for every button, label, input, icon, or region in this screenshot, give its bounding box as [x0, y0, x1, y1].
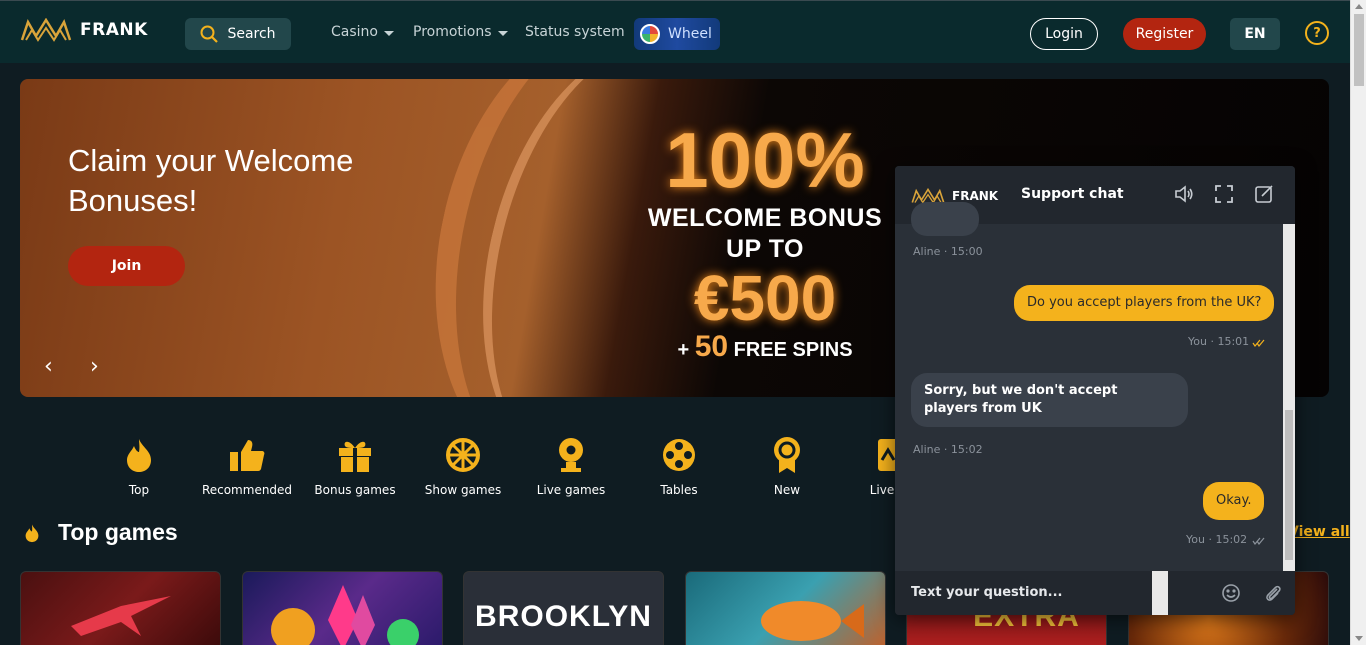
crystal-icon — [271, 585, 419, 645]
nav-casino-label: Casino — [331, 24, 378, 40]
input-scrollbar[interactable] — [1152, 571, 1168, 615]
nav-status-label: Status system — [525, 24, 625, 40]
chat-scroll-thumb[interactable] — [1285, 410, 1293, 560]
category-recommended[interactable]: Recommended — [192, 437, 302, 497]
nav-status-system[interactable]: Status system — [525, 24, 625, 40]
chevron-down-icon — [497, 30, 508, 36]
thumbs-up-icon — [229, 437, 265, 473]
chevron-down-icon — [383, 30, 394, 36]
category-recommended-label: Recommended — [201, 483, 293, 497]
double-check-icon — [1252, 537, 1265, 545]
game-tile-label: BROOKLYN — [475, 600, 652, 633]
chat-bubble-user: Do you accept players from the UK? — [1014, 285, 1275, 321]
promo-plus: + — [677, 339, 690, 361]
gift-icon — [337, 437, 373, 473]
flame-icon — [25, 523, 39, 542]
logo-text: FRANK — [80, 20, 148, 40]
language-selector[interactable]: EN — [1230, 18, 1280, 50]
chat-message-input[interactable]: Text your question... — [911, 585, 1062, 600]
category-top[interactable]: Top — [84, 437, 194, 497]
fullscreen-icon[interactable] — [1214, 184, 1234, 204]
category-tables[interactable]: Tables — [624, 437, 734, 497]
message-meta: Aline · 15:00 — [913, 245, 983, 258]
promo-spins-text: FREE SPINS — [733, 339, 853, 361]
scroll-up-arrow-icon[interactable] — [1355, 4, 1363, 9]
category-bonus-games[interactable]: Bonus games — [300, 437, 410, 497]
login-button[interactable]: Login — [1030, 18, 1098, 50]
nav-promotions-label: Promotions — [413, 24, 492, 40]
category-tables-label: Tables — [660, 483, 698, 497]
section-top-games: Top games — [24, 519, 178, 546]
crown-logo-icon — [20, 18, 72, 42]
category-show-games[interactable]: Show games — [408, 437, 518, 497]
award-icon — [769, 437, 805, 473]
prev-arrow-icon[interactable]: ‹ — [44, 354, 53, 379]
search-label: Search — [227, 26, 276, 42]
register-button[interactable]: Register — [1123, 18, 1206, 50]
game-tile[interactable] — [242, 571, 443, 645]
game-tile[interactable] — [685, 571, 886, 645]
reel-icon — [661, 437, 697, 473]
page-scrollbar[interactable] — [1350, 0, 1366, 645]
chat-scrollbar[interactable] — [1283, 224, 1295, 571]
promo-spins: + 50 FREE SPINS — [620, 331, 910, 366]
promo-text: 100% WELCOME BONUS UP TO €500 + 50 FREE … — [620, 117, 910, 366]
emoji-icon[interactable] — [1221, 583, 1241, 603]
edit-icon[interactable] — [1254, 184, 1274, 204]
fish-icon — [761, 601, 864, 641]
chat-bubble-user: Okay. — [1203, 482, 1265, 520]
attachment-icon[interactable] — [1263, 583, 1283, 603]
double-check-icon — [1252, 339, 1265, 347]
search-button[interactable]: Search — [185, 18, 291, 50]
message-meta: You · 15:02 — [1186, 533, 1248, 546]
view-all-link[interactable]: View all — [1288, 524, 1350, 540]
flame-icon — [121, 437, 157, 473]
nav-casino[interactable]: Casino — [331, 24, 394, 40]
support-chat-window: FRANK Support chat Aline · 15:00 Do you … — [895, 166, 1295, 615]
chat-bubble-agent: Sorry, but we don't accept players from … — [911, 373, 1188, 427]
chat-logo-text: FRANK — [952, 189, 999, 203]
category-live-games-label: Live games — [536, 483, 606, 497]
top-header: FRANK Search Casino Promotions Status sy… — [0, 0, 1350, 63]
game-tile[interactable]: BROOKLYN — [463, 571, 664, 645]
join-button[interactable]: Join — [68, 246, 185, 286]
next-arrow-icon[interactable]: › — [90, 354, 99, 379]
game-tile[interactable] — [20, 571, 221, 645]
frank-logo[interactable]: FRANK — [20, 18, 148, 42]
help-icon[interactable]: ? — [1305, 21, 1329, 45]
promo-spins-number: 50 — [694, 330, 729, 363]
wheel-label: Wheel — [668, 26, 712, 42]
promo-line1: WELCOME BONUS — [647, 204, 883, 232]
sound-icon[interactable] — [1174, 184, 1194, 204]
chat-bubble-agent — [911, 202, 979, 236]
category-new[interactable]: New — [732, 437, 842, 497]
banner-title: Claim your Welcome Bonuses! — [68, 143, 354, 218]
category-new-label: New — [773, 483, 801, 497]
promo-amount: €500 — [693, 262, 837, 334]
search-icon — [200, 25, 219, 43]
scroll-thumb[interactable] — [1354, 14, 1364, 86]
fortune-wheel-icon — [640, 24, 660, 44]
category-show-label: Show games — [424, 483, 502, 497]
webcam-icon — [553, 437, 589, 473]
wheel-icon — [445, 437, 481, 473]
category-top-label: Top — [128, 483, 150, 497]
category-live-games[interactable]: Live games — [516, 437, 626, 497]
message-meta: You · 15:01 — [1188, 335, 1250, 348]
airplane-icon — [71, 596, 171, 636]
chat-input-area: Text your question... — [895, 571, 1295, 615]
wheel-button[interactable]: Wheel — [634, 18, 720, 50]
message-meta: Aline · 15:02 — [913, 443, 983, 456]
promo-line2: UP TO — [726, 235, 804, 263]
chat-messages: Aline · 15:00 Do you accept players from… — [895, 202, 1283, 571]
chat-title: Support chat — [1021, 186, 1124, 202]
nav-promotions[interactable]: Promotions — [413, 24, 508, 40]
section-title: Top games — [58, 519, 178, 545]
category-bonus-label: Bonus games — [314, 483, 396, 497]
promo-percent: 100% — [665, 116, 865, 204]
scroll-down-arrow-icon[interactable] — [1355, 636, 1363, 641]
